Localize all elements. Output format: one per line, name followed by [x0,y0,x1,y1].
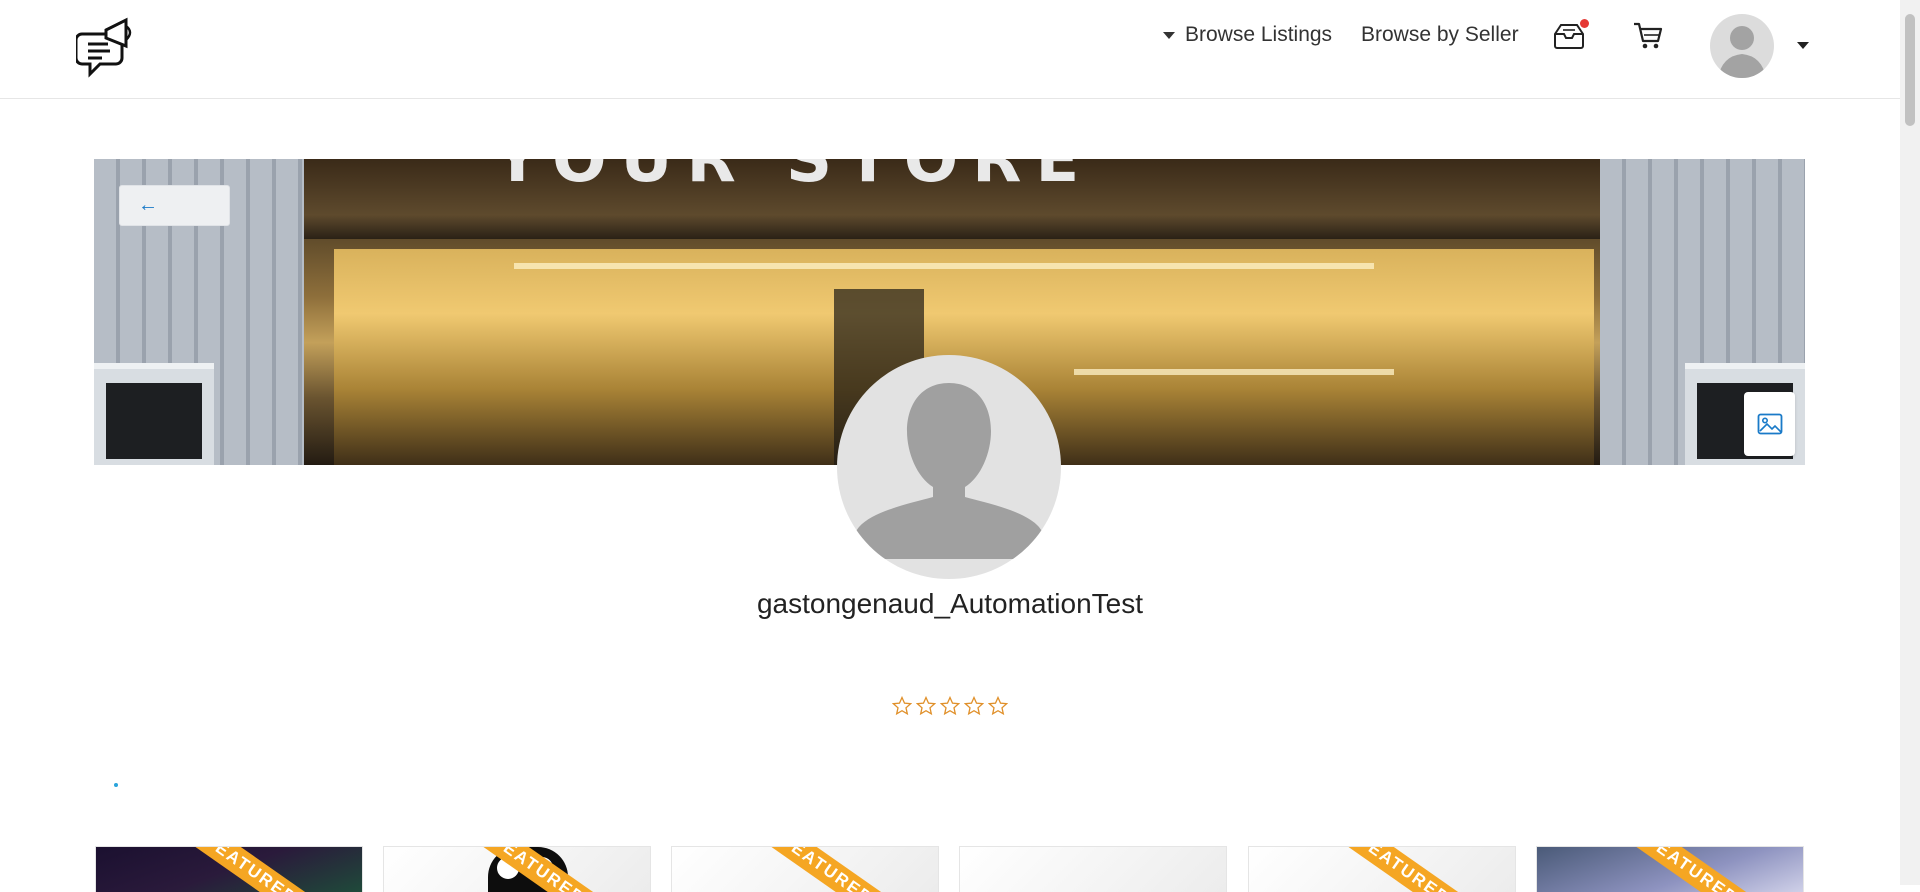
listing-card[interactable]: FEATURED [383,846,651,892]
browse-by-seller-link[interactable]: Browse by Seller [1361,20,1519,50]
listing-card[interactable]: FEATURED [1536,846,1804,892]
page-scrollbar[interactable] [1900,0,1920,885]
change-banner-button[interactable] [1744,392,1795,456]
caret-down-icon [1163,31,1175,39]
cart-icon[interactable] [1632,21,1664,51]
seller-avatar [837,355,1061,579]
site-header: Browse Listings Browse by Seller [0,0,1900,99]
featured-ribbon: FEATURED [1335,847,1473,892]
listing-card[interactable]: FEATURED [671,846,939,892]
banner-kiosk-left [94,363,214,465]
user-avatar-icon [849,383,1049,559]
star-outline-icon[interactable] [964,696,984,716]
browse-listings-dropdown[interactable]: Browse Listings [1163,20,1332,50]
user-avatar-button[interactable] [1710,14,1774,78]
listing-card[interactable]: FEATURED [95,846,363,892]
user-avatar-icon [1718,26,1766,78]
featured-ribbon: FEATURED [758,847,896,892]
star-outline-icon[interactable] [988,696,1008,716]
loading-indicator-dot [114,783,118,787]
listing-card[interactable] [959,846,1227,892]
banner-shelf [1074,369,1394,375]
back-button[interactable]: ← [119,185,230,226]
seller-username: gastongenaud_AutomationTest [756,588,1144,619]
featured-ribbon: FEATURED [1623,847,1761,892]
listing-card[interactable]: FEATURED [1248,846,1516,892]
banner-storefront-letters: YOUR STORE [494,159,1094,197]
account-menu-caret-icon[interactable] [1797,42,1809,49]
logo-megaphone-chat-icon[interactable] [76,16,138,82]
star-outline-icon[interactable] [892,696,912,716]
featured-ribbon: FEATURED [182,847,320,892]
star-outline-icon[interactable] [916,696,936,716]
star-outline-icon[interactable] [940,696,960,716]
scrollbar-thumb[interactable] [1905,14,1915,126]
browse-listings-label: Browse Listings [1185,23,1333,46]
back-arrow-icon: ← [138,194,158,216]
image-icon [1757,413,1782,435]
notification-badge [1580,19,1589,28]
seller-rating-stars [892,696,1008,716]
banner-shelf [514,263,1374,269]
